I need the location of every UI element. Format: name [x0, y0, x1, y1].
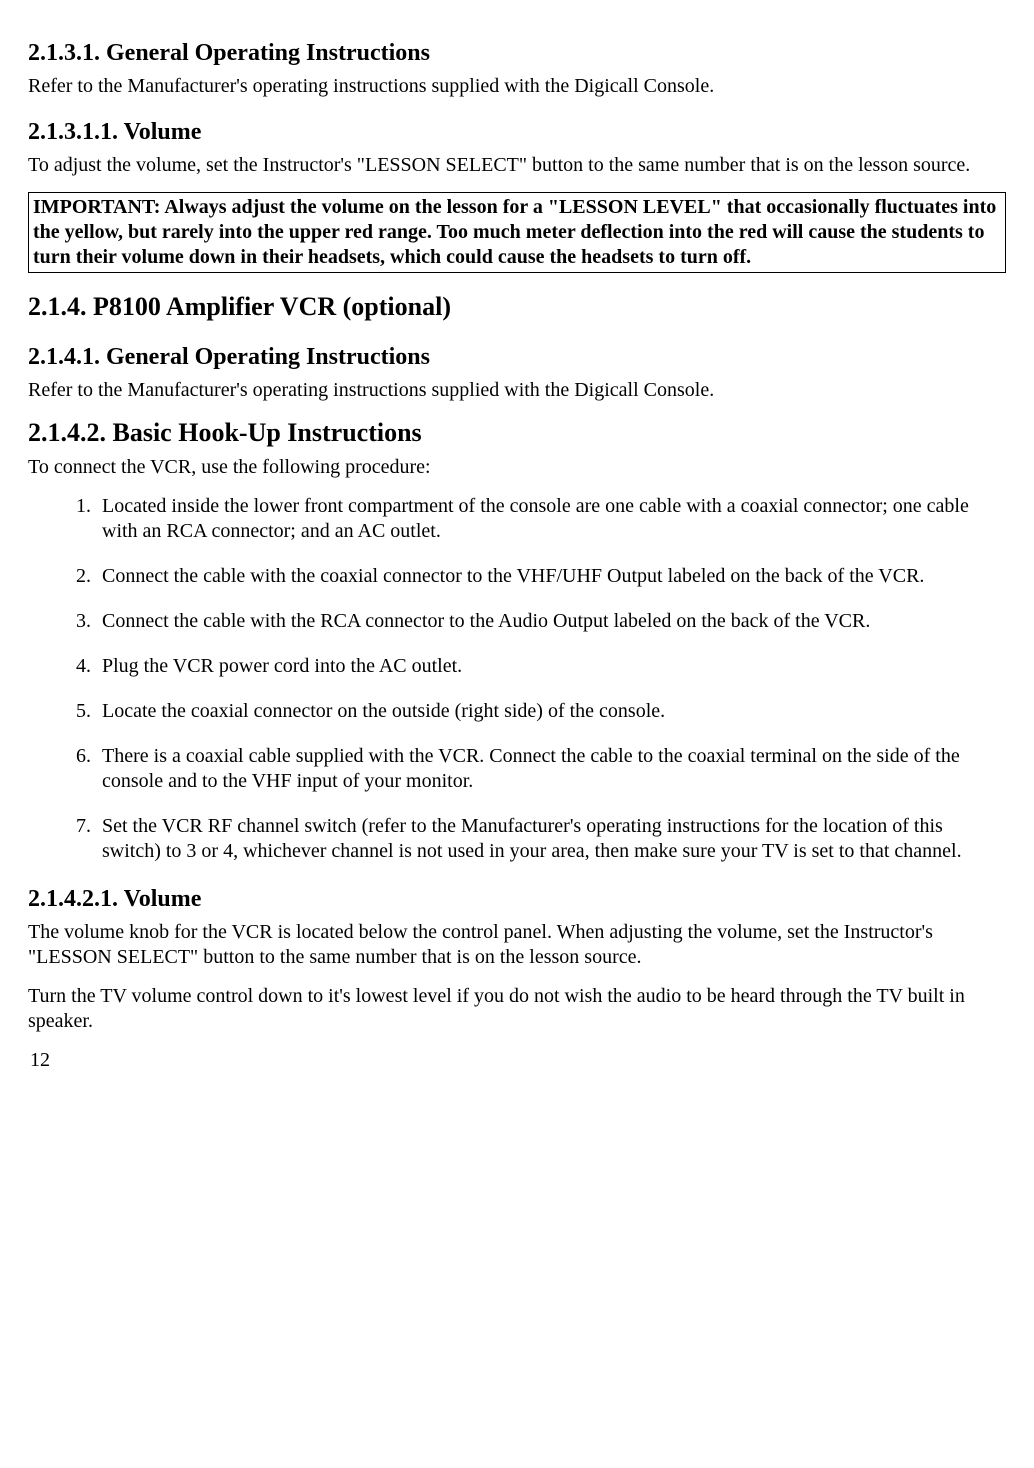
heading-2-1-3-1-1: 2.1.3.1.1. Volume — [28, 117, 1006, 147]
important-box: IMPORTANT: Always adjust the volume on t… — [28, 192, 1006, 273]
list-item: Plug the VCR power cord into the AC outl… — [96, 654, 1006, 679]
para-s2: To adjust the volume, set the Instructor… — [28, 153, 1006, 178]
heading-2-1-4-2: 2.1.4.2. Basic Hook-Up Instructions — [28, 417, 1006, 450]
para-s1: Refer to the Manufacturer's operating in… — [28, 74, 1006, 99]
para-s5: To connect the VCR, use the following pr… — [28, 455, 1006, 480]
page-number: 12 — [30, 1048, 1006, 1073]
para-s6-1: The volume knob for the VCR is located b… — [28, 920, 1006, 970]
hookup-steps-list: Located inside the lower front compartme… — [28, 494, 1006, 864]
heading-2-1-4: 2.1.4. P8100 Amplifier VCR (optional) — [28, 291, 1006, 324]
list-item: There is a coaxial cable supplied with t… — [96, 744, 1006, 794]
para-s6-2: Turn the TV volume control down to it's … — [28, 984, 1006, 1034]
list-item: Set the VCR RF channel switch (refer to … — [96, 814, 1006, 864]
para-s4: Refer to the Manufacturer's operating in… — [28, 378, 1006, 403]
list-item: Connect the cable with the RCA connector… — [96, 609, 1006, 634]
list-item: Locate the coaxial connector on the outs… — [96, 699, 1006, 724]
heading-2-1-4-1: 2.1.4.1. General Operating Instructions — [28, 342, 1006, 372]
list-item: Located inside the lower front compartme… — [96, 494, 1006, 544]
heading-2-1-4-2-1: 2.1.4.2.1. Volume — [28, 884, 1006, 914]
list-item: Connect the cable with the coaxial conne… — [96, 564, 1006, 589]
heading-2-1-3-1: 2.1.3.1. General Operating Instructions — [28, 38, 1006, 68]
